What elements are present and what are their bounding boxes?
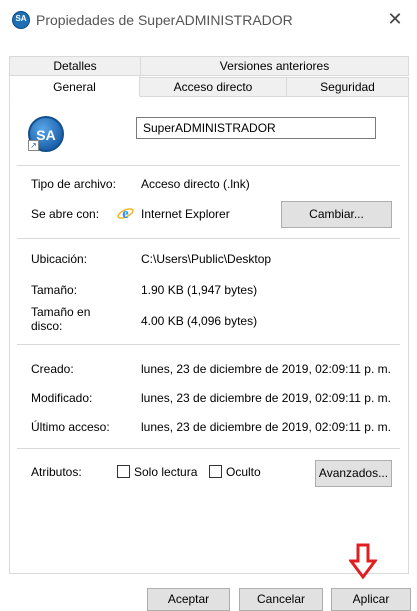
tab-acceso-directo[interactable]: Acceso directo <box>139 77 287 97</box>
advanced-button[interactable]: Avanzados... <box>315 460 392 487</box>
size-on-disk-value: 4.00 KB (4,096 bytes) <box>141 314 258 328</box>
cancel-button[interactable]: Cancelar <box>239 588 323 611</box>
created-value: lunes, 23 de diciembre de 2019, 02:09:11… <box>141 362 391 376</box>
window-title: Propiedades de SuperADMINISTRADOR <box>36 12 293 28</box>
divider <box>17 165 400 166</box>
location-label: Ubicación: <box>31 252 88 266</box>
ok-button[interactable]: Aceptar <box>147 588 230 611</box>
hidden-label[interactable]: Oculto <box>226 465 261 479</box>
modified-value: lunes, 23 de diciembre de 2019, 02:09:11… <box>141 391 391 405</box>
change-button[interactable]: Cambiar... <box>281 201 392 228</box>
tab-seguridad[interactable]: Seguridad <box>286 77 409 97</box>
accessed-value: lunes, 23 de diciembre de 2019, 02:09:11… <box>141 420 391 434</box>
modified-label: Modificado: <box>31 391 93 405</box>
size-label: Tamaño: <box>31 283 78 297</box>
hidden-checkbox[interactable] <box>209 465 222 478</box>
file-type-value: Acceso directo (.lnk) <box>141 177 250 191</box>
size-value: 1.90 KB (1,947 bytes) <box>141 283 258 297</box>
opens-with-label: Se abre con: <box>31 207 100 221</box>
general-panel <box>9 96 409 574</box>
readonly-checkbox[interactable] <box>117 465 130 478</box>
opens-with-value: Internet Explorer <box>141 207 230 221</box>
divider <box>17 344 400 345</box>
name-field[interactable] <box>136 117 376 139</box>
created-label: Creado: <box>31 362 74 376</box>
tab-detalles[interactable]: Detalles <box>9 56 141 76</box>
divider <box>17 238 400 239</box>
shortcut-arrow-icon: ↗ <box>28 140 39 151</box>
tab-general[interactable]: General <box>9 75 140 97</box>
accessed-label: Último acceso: <box>31 420 110 434</box>
tab-versiones-anteriores[interactable]: Versiones anteriores <box>140 56 409 76</box>
size-on-disk-label-2: disco: <box>31 319 63 333</box>
location-value: C:\Users\Public\Desktop <box>141 252 272 266</box>
divider <box>17 448 400 449</box>
red-arrow-annotation-icon <box>349 543 377 579</box>
internet-explorer-icon: e <box>117 206 134 222</box>
apply-button[interactable]: Aplicar <box>331 588 411 611</box>
title-bar: Propiedades de SuperADMINISTRADOR ✕ <box>0 0 417 40</box>
app-icon <box>12 11 30 29</box>
svg-text:e: e <box>122 206 129 222</box>
close-button[interactable]: ✕ <box>373 0 417 40</box>
attributes-label: Atributos: <box>31 465 82 479</box>
size-on-disk-label: Tamaño en <box>31 305 91 319</box>
readonly-label[interactable]: Solo lectura <box>134 465 197 479</box>
file-type-label: Tipo de archivo: <box>31 177 116 191</box>
